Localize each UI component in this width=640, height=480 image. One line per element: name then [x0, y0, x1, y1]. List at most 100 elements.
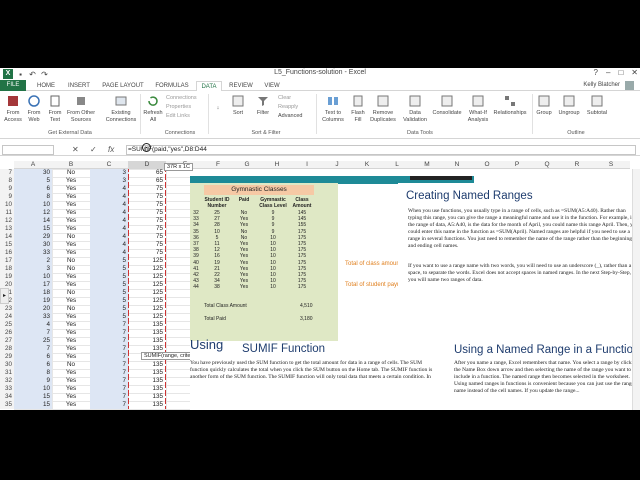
row-number[interactable]: 10	[0, 201, 14, 209]
table-row[interactable]: 2219Yes5125	[0, 297, 190, 305]
cell-d[interactable]: 125	[128, 289, 166, 297]
cell-a[interactable]: 15	[14, 225, 52, 233]
row-number[interactable]: 31	[0, 369, 14, 377]
group-button[interactable]: Group	[534, 94, 554, 117]
connections-button[interactable]: Connections	[166, 95, 197, 101]
column-header-s[interactable]: S	[592, 161, 630, 169]
cell-b[interactable]: Yes	[52, 321, 90, 329]
existing-connections-button[interactable]: Existing Connections	[104, 94, 138, 123]
cell-c[interactable]: 7	[90, 377, 128, 385]
text-to-columns-button[interactable]: Text to Columns	[320, 94, 346, 123]
cell-a[interactable]: 4	[14, 321, 52, 329]
cell-d[interactable]: 75	[128, 225, 166, 233]
cell-a[interactable]: 25	[14, 337, 52, 345]
row-number[interactable]: 29	[0, 353, 14, 361]
table-row[interactable]: 7 30 No 3 65	[0, 169, 190, 177]
cell-a[interactable]: 33	[14, 249, 52, 257]
cell-d[interactable]: 135	[128, 401, 166, 409]
minimize-icon[interactable]: –	[606, 68, 610, 77]
cell-c[interactable]: 7	[90, 369, 128, 377]
cell-d[interactable]: 65	[128, 177, 166, 185]
row-number[interactable]: 28	[0, 345, 14, 353]
cell-c[interactable]: 4	[90, 225, 128, 233]
cell-d[interactable]: 65	[128, 169, 166, 177]
cell-c[interactable]: 5	[90, 273, 128, 281]
column-header-a[interactable]: A	[14, 161, 52, 169]
cell-b[interactable]: Yes	[52, 241, 90, 249]
tab-file[interactable]: FILE	[0, 80, 26, 91]
cell-b[interactable]: No	[52, 257, 90, 265]
cell-d[interactable]: 125	[128, 281, 166, 289]
table-row[interactable]: 13 15 Yes 4 75	[0, 225, 190, 233]
table-row[interactable]: 35 15 Yes 7 135	[0, 401, 190, 409]
cell-d[interactable]: 75	[128, 217, 166, 225]
column-header-h[interactable]: H	[262, 161, 292, 169]
cell-d[interactable]: 125	[128, 313, 166, 321]
sort-button[interactable]: Sort	[228, 94, 248, 117]
table-row[interactable]: 11 12 Yes 4 75	[0, 209, 190, 217]
cell-a[interactable]: 7	[14, 329, 52, 337]
cell-b[interactable]: No	[52, 361, 90, 369]
cell-b[interactable]: Yes	[52, 385, 90, 393]
cell-b[interactable]: No	[52, 265, 90, 273]
cell-b[interactable]: No	[52, 169, 90, 177]
from-other-sources-button[interactable]: From Other Sources	[66, 94, 96, 123]
insert-function-icon[interactable]: fx	[108, 145, 114, 154]
cell-b[interactable]: Yes	[52, 193, 90, 201]
cell-c[interactable]: 4	[90, 193, 128, 201]
from-web-button[interactable]: From Web	[24, 94, 44, 123]
table-row[interactable]: 10 10 Yes 4 75	[0, 201, 190, 209]
help-icon[interactable]: ?	[594, 68, 598, 77]
cell-b[interactable]: Yes	[52, 217, 90, 225]
cell-b[interactable]: Yes	[52, 337, 90, 345]
table-row[interactable]: 16 33 Yes 4 75	[0, 249, 190, 257]
cell-c[interactable]: 4	[90, 249, 128, 257]
column-header-q[interactable]: Q	[532, 161, 562, 169]
cell-d[interactable]: 75	[128, 233, 166, 241]
column-header-l[interactable]: L	[382, 161, 412, 169]
row-number[interactable]: 14	[0, 233, 14, 241]
cell-d[interactable]: 75	[128, 249, 166, 257]
cell-b[interactable]: Yes	[52, 353, 90, 361]
cell-c[interactable]: 4	[90, 185, 128, 193]
cell-b[interactable]: Yes	[52, 345, 90, 353]
filter-button[interactable]: Filter	[252, 94, 274, 117]
sort-az-icon[interactable]: ↓	[212, 105, 224, 112]
cell-a[interactable]: 12	[14, 209, 52, 217]
cell-c[interactable]: 5	[90, 257, 128, 265]
cell-c[interactable]: 7	[90, 353, 128, 361]
row-number[interactable]: 13	[0, 225, 14, 233]
cell-c[interactable]: 7	[90, 321, 128, 329]
column-header-i[interactable]: I	[292, 161, 322, 169]
cell-a[interactable]: 29	[14, 233, 52, 241]
cell-b[interactable]: Yes	[52, 177, 90, 185]
cell-a[interactable]: 8	[14, 369, 52, 377]
table-row[interactable]: 19 10 Yes 5 125	[0, 273, 190, 281]
cell-c[interactable]: 7	[90, 361, 128, 369]
cell-b[interactable]: Yes	[52, 281, 90, 289]
table-row[interactable]: 24 33 Yes 5 125	[0, 313, 190, 321]
cell-b[interactable]: Yes	[52, 377, 90, 385]
cell-a[interactable]: 10	[14, 201, 52, 209]
cell-c[interactable]: 4	[90, 209, 128, 217]
table-row[interactable]: 18 3 No 5 125	[0, 265, 190, 273]
cell-c[interactable]: 7	[90, 337, 128, 345]
cell-b[interactable]: Yes	[52, 249, 90, 257]
side-expand-handle[interactable]: ▸	[0, 288, 9, 304]
refresh-all-button[interactable]: Refresh All	[142, 94, 164, 123]
cell-d[interactable]: 135	[128, 377, 166, 385]
row-number[interactable]: 8	[0, 177, 14, 185]
row-number[interactable]: 35	[0, 401, 14, 409]
cell-d[interactable]: 125	[128, 273, 166, 281]
table-row[interactable]: 20 17 Yes 5 125	[0, 281, 190, 289]
tab-formulas[interactable]: FORMULAS	[152, 81, 192, 91]
cell-a[interactable]: 17	[14, 281, 52, 289]
row-number[interactable]: 12	[0, 217, 14, 225]
cell-b[interactable]: Yes	[52, 201, 90, 209]
row-number[interactable]: 17	[0, 257, 14, 265]
cell-a[interactable]: 33	[14, 313, 52, 321]
cell-d[interactable]: 125	[128, 265, 166, 273]
cell-c[interactable]: 5	[90, 289, 128, 297]
data-validation-button[interactable]: Data Validation	[402, 94, 428, 123]
cell-d[interactable]: 75	[128, 201, 166, 209]
